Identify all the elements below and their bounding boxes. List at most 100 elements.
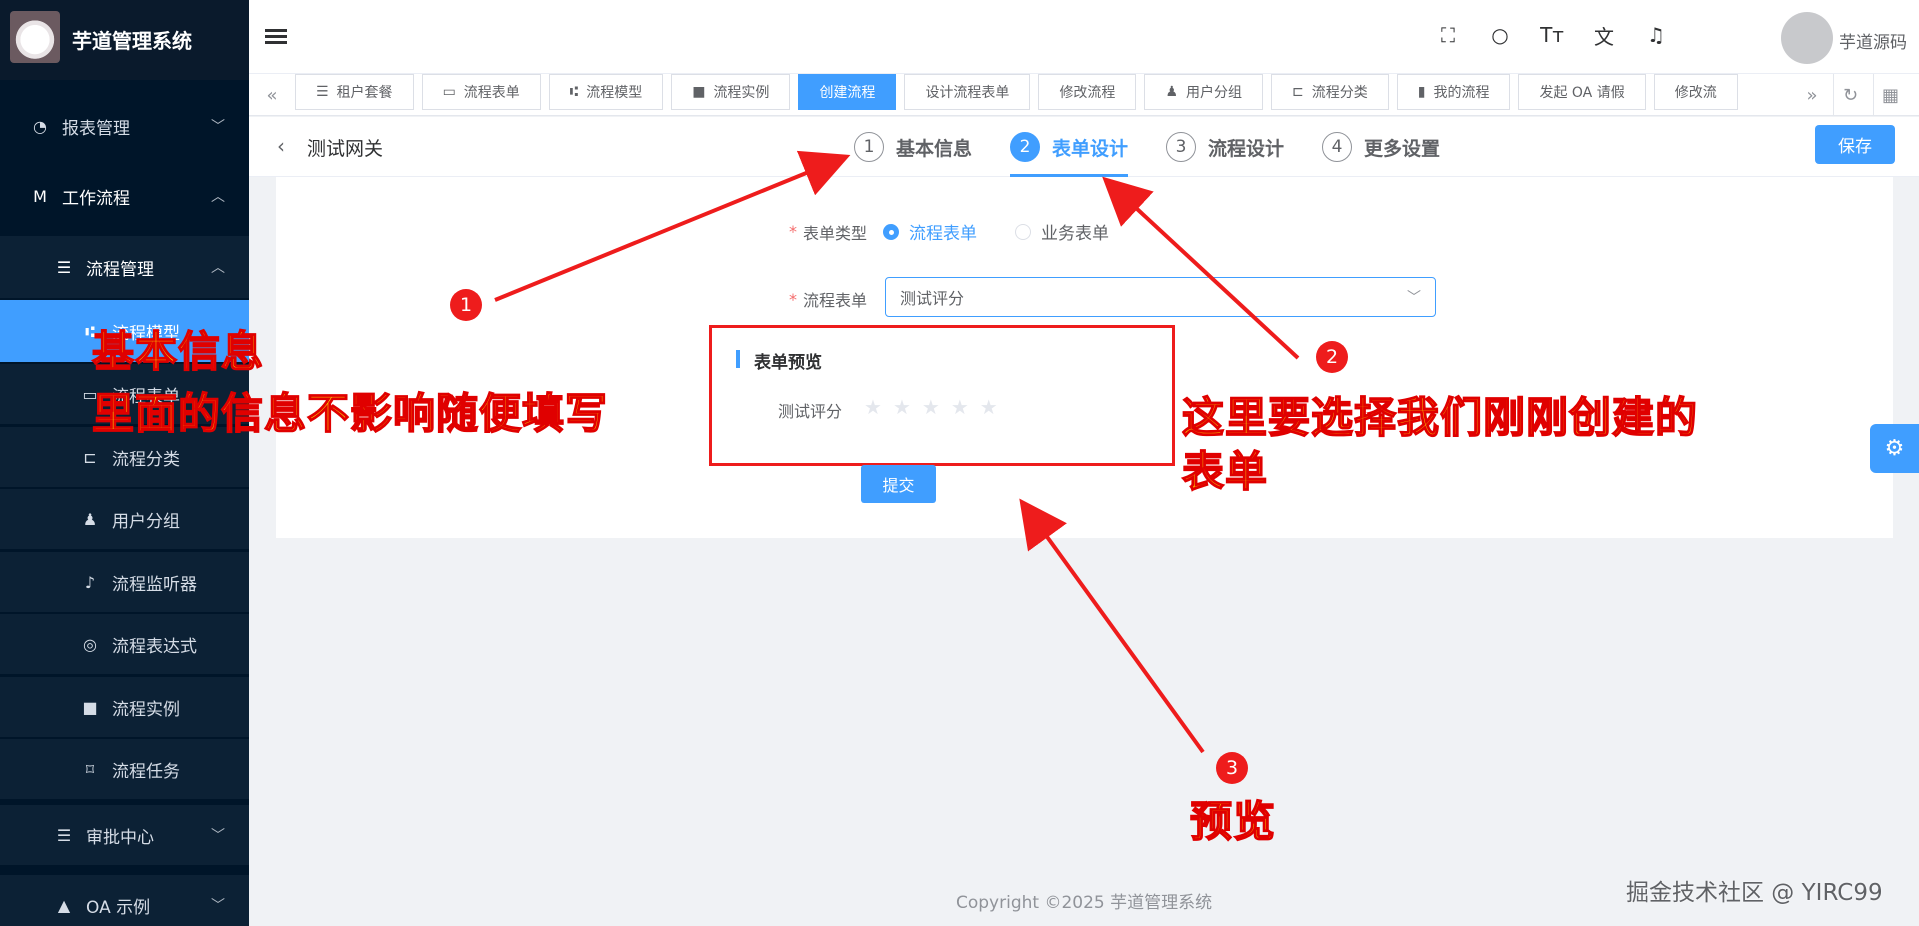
sidebar-item-label: 流程监听器	[112, 574, 197, 595]
sidebar-item-user-group[interactable]: ♟ 用户分组	[0, 489, 249, 549]
tag-item[interactable]: 设计流程表单	[904, 74, 1031, 110]
step-number: 1	[854, 132, 884, 162]
step-number: 2	[1010, 132, 1041, 162]
settings-gear-icon[interactable]: ⚙	[1870, 424, 1919, 473]
sidebar-item-workflow[interactable]: M 工作流程 ︿	[0, 166, 249, 226]
chevron-down-icon: ﹀	[211, 898, 225, 914]
sidebar-item-label: 流程管理	[86, 259, 154, 280]
sidebar-item-label: 报表管理	[62, 118, 130, 139]
sidebar-item-oa-example[interactable]: ▲ OA 示例 ﹀	[0, 875, 249, 926]
radio-process-form[interactable]: 流程表单	[883, 219, 977, 244]
tag-item[interactable]: 发起 OA 请假	[1518, 74, 1646, 110]
tags-list-container: ☰ 租户套餐 ▭ 流程表单 ⑆ 流程模型 ■ 流程实例 创建流程 设计流程表单 修改流程 ♟ 用户分组 ⊏…	[295, 74, 1829, 116]
star-icon[interactable]: ★	[922, 395, 940, 419]
submit-button[interactable]: 提交	[861, 465, 936, 503]
copyright: Copyright ©2025 芋道管理系统	[956, 893, 1213, 913]
form-type-label: 表单类型	[803, 223, 868, 243]
avatar[interactable]	[1781, 12, 1833, 64]
tag-item[interactable]: ■ 流程实例	[671, 74, 791, 110]
collapse-menu-icon[interactable]	[265, 26, 287, 48]
font-size-icon[interactable]: Tт	[1539, 22, 1565, 48]
radio-label: 业务表单	[1041, 224, 1110, 244]
tag-label: 流程分类	[1311, 85, 1368, 101]
username[interactable]: 芋道源码	[1839, 28, 1907, 53]
fullscreen-icon[interactable]: ⛶	[1435, 22, 1461, 48]
save-button[interactable]: 保存	[1815, 125, 1895, 164]
back-arrow-icon[interactable]: ‹	[277, 134, 285, 158]
header-toolbar: ⛶ ○ Tт 文 ♫	[1435, 22, 1669, 49]
bell-icon[interactable]: ♫	[1643, 22, 1669, 48]
step-basic-info[interactable]: 1 基本信息	[854, 117, 972, 177]
bookmark-icon: ⌑	[85, 759, 95, 779]
scroll-right-icon[interactable]: »	[1795, 74, 1829, 116]
rating-stars[interactable]: ★ ★ ★ ★ ★	[864, 395, 998, 419]
tag-item[interactable]: 修改流程	[1038, 74, 1137, 110]
logo-row: 芋道管理系统	[0, 0, 249, 80]
tag-icon: ■	[692, 84, 706, 100]
logo-image	[10, 11, 60, 63]
search-icon[interactable]: ○	[1487, 22, 1513, 48]
sidebar-item-process-model[interactable]: ⑆ 流程模型	[0, 300, 249, 362]
tag-item[interactable]: 创建流程	[798, 74, 897, 110]
form-select[interactable]: 测试评分 ﹀	[885, 277, 1436, 317]
star-icon[interactable]: ★	[980, 395, 998, 419]
form-preview: 表单预览 测试评分 ★ ★ ★ ★ ★	[709, 325, 1175, 466]
tag-label: 流程模型	[586, 85, 643, 101]
sidebar-item-report[interactable]: ◔ 报表管理 ﹀	[0, 96, 249, 156]
tag-item[interactable]: ⊏ 流程分类	[1271, 74, 1389, 110]
sidebar-item-label: 工作流程	[62, 188, 130, 209]
tag-item[interactable]: ▭ 流程表单	[421, 74, 541, 110]
tag-item[interactable]: ♟ 用户分组	[1144, 74, 1263, 110]
sidebar-item-label: 流程表单	[112, 386, 180, 407]
form-select-row: * 流程表单	[789, 287, 867, 311]
sidebar-item-process-expression[interactable]: ◎ 流程表达式	[0, 614, 249, 674]
sidebar-item-process-form[interactable]: ▭ 流程表单	[0, 364, 249, 424]
sidebar-item-approval-center[interactable]: ☰ 审批中心 ﹀	[0, 805, 249, 865]
sidebar-item-process-management[interactable]: ☰ 流程管理 ︿	[0, 236, 249, 298]
step-form-design[interactable]: 2 表单设计	[1010, 117, 1129, 177]
tag-item[interactable]: 修改流	[1653, 74, 1738, 110]
step-label: 更多设置	[1364, 137, 1441, 160]
sidebar-item-label: 用户分组	[112, 511, 180, 532]
list-icon: ☰	[56, 257, 72, 277]
sidebar-item-process-category[interactable]: ⊏ 流程分类	[0, 427, 249, 487]
sidebar-item-process-instance[interactable]: ■ 流程实例	[0, 677, 249, 737]
expression-icon: ◎	[83, 634, 97, 654]
form-type-row: * 表单类型 流程表单 业务表单	[789, 219, 1147, 244]
tag-item[interactable]: ☰ 租户套餐	[295, 74, 414, 110]
instance-icon: ■	[82, 697, 98, 717]
main-content: ‹ 测试网关 1 基本信息 2 表单设计 3 流程设计 4 更多设置 保存 *	[249, 117, 1919, 926]
step-process-design[interactable]: 3 流程设计	[1166, 117, 1284, 177]
scroll-left-icon[interactable]: «	[255, 74, 289, 116]
step-more-settings[interactable]: 4 更多设置	[1322, 117, 1440, 177]
preview-title: 表单预览	[754, 353, 822, 373]
form-icon: ▭	[82, 384, 98, 404]
steps: 1 基本信息 2 表单设计 3 流程设计 4 更多设置	[854, 117, 1478, 177]
tag-item[interactable]: ▮ 我的流程	[1396, 74, 1511, 110]
required-mark: *	[789, 222, 797, 241]
workflow-logo-icon: M	[33, 186, 47, 206]
sidebar-item-process-task[interactable]: ⌑ 流程任务	[0, 739, 249, 799]
tag-label: 用户分组	[1186, 85, 1242, 101]
star-icon[interactable]: ★	[864, 395, 882, 419]
tag-label: 修改流程	[1059, 85, 1116, 101]
top-header: ⛶ ○ Tт 文 ♫ 芋道源码	[249, 0, 1919, 74]
tag-item[interactable]: ⑆ 流程模型	[548, 74, 664, 110]
form-select-label: 流程表单	[803, 291, 868, 310]
tag-icon: ☰	[316, 84, 329, 100]
star-icon[interactable]: ★	[893, 395, 911, 419]
sidebar-item-process-listener[interactable]: ♪ 流程监听器	[0, 552, 249, 612]
user-group-icon: ♟	[82, 509, 98, 529]
model-icon: ⑆	[85, 321, 95, 341]
grid-menu-icon[interactable]: ▦	[1873, 74, 1907, 116]
page-header: ‹ 测试网关 1 基本信息 2 表单设计 3 流程设计 4 更多设置 保存	[249, 117, 1919, 177]
translate-icon[interactable]: 文	[1591, 22, 1617, 49]
radio-dot	[1015, 223, 1032, 240]
tag-label: 创建流程	[819, 85, 876, 101]
form-select-value: 测试评分	[900, 289, 965, 308]
refresh-icon[interactable]: ↻	[1833, 74, 1867, 116]
step-label: 基本信息	[896, 137, 973, 160]
radio-business-form[interactable]: 业务表单	[1015, 219, 1109, 244]
star-icon[interactable]: ★	[951, 395, 969, 419]
category-icon: ⊏	[83, 447, 97, 467]
